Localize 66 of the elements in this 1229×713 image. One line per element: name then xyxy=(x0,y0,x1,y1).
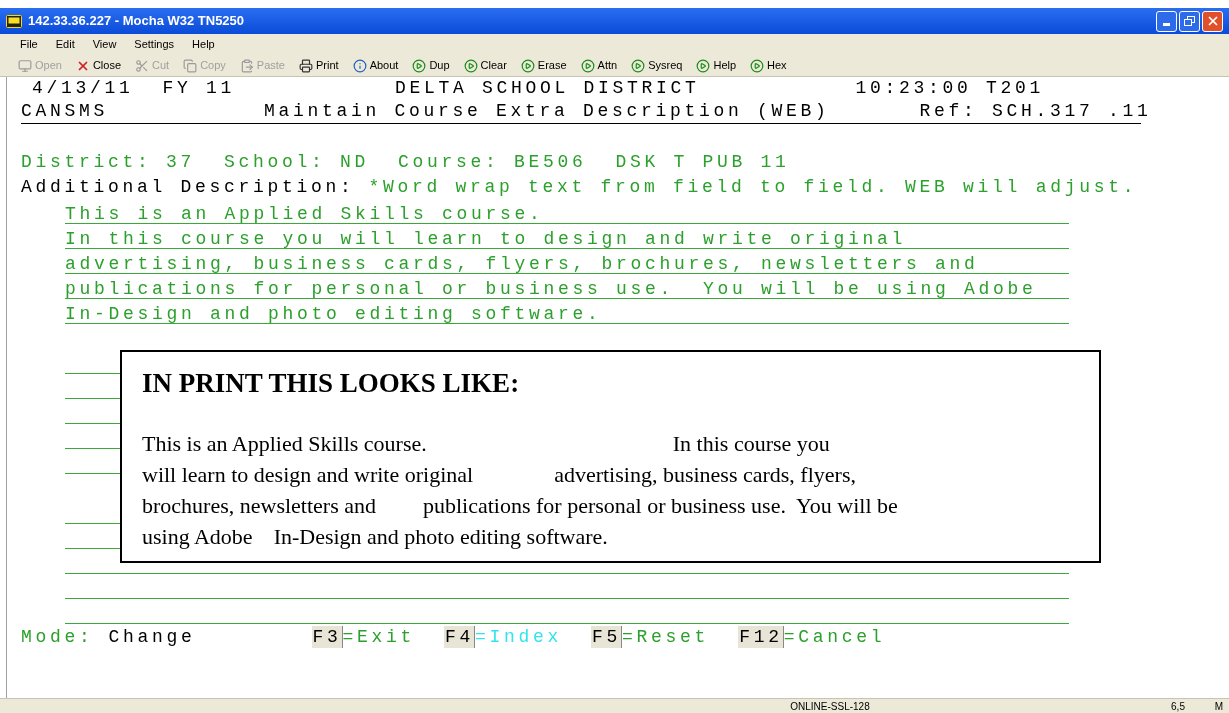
function-key[interactable]: F12 xyxy=(738,625,784,648)
copy-icon xyxy=(183,58,198,73)
time-text: 10:23:00 T201 xyxy=(855,79,1045,97)
menu-item[interactable]: View xyxy=(92,36,117,53)
status-text: 6,5 xyxy=(1170,699,1186,713)
function-key[interactable]: F5 xyxy=(591,625,623,648)
toolbar-button[interactable]: Hex xyxy=(750,57,787,74)
description-hint: *Word wrap text from field to field. WEB will adjust. xyxy=(368,177,1138,196)
play-icon xyxy=(580,58,595,73)
program-text: CANSMS xyxy=(21,102,108,120)
date-text: 4/13/11 FY 11 xyxy=(32,79,236,97)
preview-text: publications for personal or business use. You will be xyxy=(423,492,898,520)
preview-text: In this course you xyxy=(672,430,830,458)
key-action-label: =Index xyxy=(475,627,563,646)
preview-text: This is an Applied Skills course. xyxy=(142,430,427,458)
menu-item[interactable]: File xyxy=(20,36,38,53)
toolbar-button[interactable]: Clear xyxy=(463,57,507,74)
play-icon xyxy=(520,58,535,73)
toolbar-button[interactable]: Print xyxy=(299,57,339,74)
preview-title: IN PRINT THIS LOOKS LIKE: xyxy=(142,367,521,400)
screen-title: Maintain Course Extra Description (WEB) xyxy=(264,102,830,120)
toolbar-button[interactable]: Close xyxy=(75,57,122,74)
play-icon xyxy=(412,58,427,73)
preview-text: In-Design and photo editing software. xyxy=(273,523,608,551)
toolbar-button[interactable]: Erase xyxy=(520,57,567,74)
organization-text: DELTA SCHOOL DISTRICT xyxy=(395,79,700,97)
mode-label: Mode: xyxy=(21,627,94,646)
play-icon xyxy=(463,58,478,73)
toolbar-button[interactable]: Dup xyxy=(412,57,450,74)
printer-icon xyxy=(299,58,313,73)
key-action-label: =Cancel xyxy=(783,627,886,646)
menu-item[interactable]: Edit xyxy=(55,36,75,53)
function-key[interactable]: F4 xyxy=(444,625,476,648)
toolbar-button[interactable]: About xyxy=(352,57,399,74)
mode-value: Change xyxy=(108,627,196,646)
preview-text: using Adobe xyxy=(142,523,253,551)
status-text: M xyxy=(1213,699,1225,713)
preview-text: advertising, business cards, flyers, xyxy=(554,461,856,489)
scissors-icon xyxy=(135,58,150,73)
reference-text: Ref: SCH.317 .11 xyxy=(919,102,1152,120)
preview-text: brochures, newsletters and xyxy=(142,492,376,520)
restore-button[interactable] xyxy=(1179,10,1200,32)
clipboard-icon xyxy=(239,58,254,73)
key-action-label: =Exit xyxy=(342,627,416,646)
play-icon xyxy=(631,58,646,73)
window-title: 142.33.36.227 - Mocha W32 TN5250 xyxy=(28,12,245,31)
key-action-label: =Reset xyxy=(622,627,710,646)
play-icon xyxy=(750,58,765,73)
minimize-icon xyxy=(1163,22,1170,26)
status-text: ONLINE-SSL-128 xyxy=(789,699,871,713)
close-button[interactable] xyxy=(1202,10,1223,32)
toolbar-button[interactable]: Attn xyxy=(580,57,618,74)
function-key[interactable]: F3 xyxy=(311,625,343,648)
menu-item[interactable]: Settings xyxy=(134,36,175,53)
toolbar-button[interactable]: Help xyxy=(696,57,737,74)
menu-item[interactable]: Help xyxy=(192,36,215,53)
course-keys-text: District: 37 School: ND Course: BE506 DSK T PUB 11 xyxy=(21,152,790,171)
preview-text: will learn to design and write original xyxy=(142,461,474,489)
play-icon xyxy=(696,58,711,73)
restore-icon xyxy=(1184,16,1195,26)
terminal-icon xyxy=(6,14,22,28)
description-label: Additional Description: xyxy=(21,177,355,196)
info-icon xyxy=(352,58,367,73)
toolbar-button[interactable]: Sysreq xyxy=(631,57,683,74)
computer-icon xyxy=(18,58,32,73)
minimize-button[interactable] xyxy=(1156,10,1177,32)
